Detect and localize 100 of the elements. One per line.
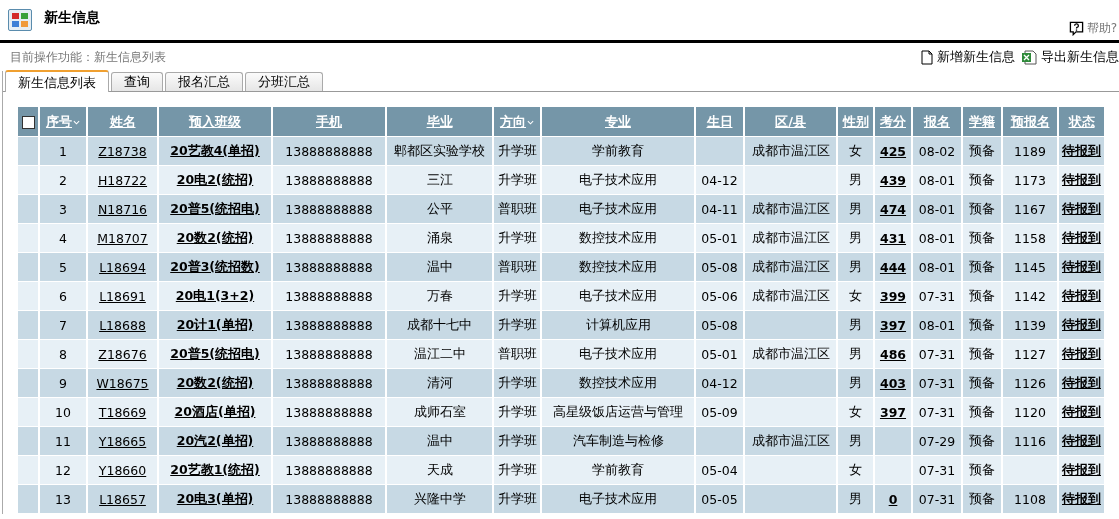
table-cell: 清河 — [426, 374, 453, 390]
table-cell: 男 — [849, 229, 862, 245]
table-cell: 预备 — [969, 229, 995, 245]
table-cell: 1 — [59, 143, 67, 159]
table-cell: 兴隆中学 — [413, 490, 466, 506]
table-cell: 13888888888 — [285, 201, 373, 217]
table-cell: 13888888888 — [285, 491, 373, 507]
table-cell: 预备 — [969, 200, 995, 216]
table-cell: 男 — [849, 490, 862, 506]
table-cell: 温江二中 — [413, 345, 466, 361]
table-cell: 预备 — [969, 461, 995, 477]
table-cell: 07-31 — [918, 288, 956, 304]
table-cell: 05-08 — [701, 317, 738, 333]
table-cell: 07-31 — [918, 462, 956, 478]
table-cell: 10 — [55, 404, 71, 420]
table-cell: 07-31 — [918, 346, 956, 362]
page-title: 新生信息 — [44, 9, 100, 27]
table-cell: 05-05 — [701, 491, 738, 507]
table-cell: 13888888888 — [285, 172, 373, 188]
sort-icon[interactable] — [73, 119, 80, 125]
table-cell: 6 — [59, 288, 67, 304]
table-cell: 成都市温江区 — [751, 287, 830, 303]
table-cell: 电子技术应用 — [579, 200, 657, 216]
table-cell: 成都市温江区 — [751, 142, 830, 158]
table-cell: 05-09 — [701, 404, 738, 420]
table-cell: 1158 — [1014, 230, 1046, 246]
table-cell: 13888888888 — [285, 259, 373, 275]
table-cell: 升学班 — [497, 403, 537, 419]
table-cell: 08-01 — [918, 230, 956, 246]
table-cell: 普职班 — [497, 258, 537, 274]
table-cell: 08-02 — [918, 143, 956, 159]
table-cell: 学前教育 — [592, 461, 644, 477]
sort-icon[interactable] — [527, 119, 534, 125]
table-cell: 预备 — [969, 403, 995, 419]
table-cell: 升学班 — [497, 461, 537, 477]
table-cell: 数控技术应用 — [579, 258, 657, 274]
table-cell: 9 — [59, 375, 67, 391]
table-cell: 5 — [59, 259, 67, 275]
table-cell: 预备 — [969, 171, 995, 187]
table-cell: 预备 — [969, 374, 995, 390]
table-cell: 13888888888 — [285, 317, 373, 333]
table-cell: 男 — [849, 345, 862, 361]
table-cell: 12 — [55, 462, 71, 478]
table-cell: 13888888888 — [285, 433, 373, 449]
table-cell: 07-29 — [918, 433, 956, 449]
table-cell: 13888888888 — [285, 143, 373, 159]
tab[interactable]: 查询 — [111, 72, 163, 91]
select-all-checkbox[interactable] — [21, 116, 35, 129]
table-cell: 07-31 — [918, 404, 956, 420]
table-cell: 女 — [849, 287, 862, 303]
table-cell: 08-01 — [918, 259, 956, 275]
table-cell: 电子技术应用 — [579, 490, 657, 506]
table-cell: 电子技术应用 — [579, 287, 657, 303]
help-icon[interactable] — [1068, 20, 1084, 36]
table-cell: 13888888888 — [285, 375, 373, 391]
table-cell: 成都市温江区 — [751, 229, 830, 245]
breadcrumb: 目前操作功能：新生信息列表 — [10, 48, 166, 66]
spreadsheet-icon — [1021, 49, 1037, 65]
table-cell: 2 — [59, 172, 67, 188]
table-cell: 普职班 — [497, 200, 537, 216]
app-grid-icon — [8, 9, 32, 31]
table-cell: 计算机应用 — [585, 316, 651, 332]
table-cell: 1126 — [1014, 375, 1046, 391]
table-cell: 高星级饭店运营与管理 — [553, 403, 683, 419]
table-cell: 预备 — [969, 287, 995, 303]
table-cell: 成师石室 — [413, 403, 466, 419]
table-cell: 汽车制造与检修 — [572, 432, 664, 448]
table-cell: 08-01 — [918, 172, 956, 188]
table-cell: 预备 — [969, 316, 995, 332]
table-cell: 男 — [849, 374, 862, 390]
tab[interactable]: 新生信息列表 — [5, 70, 109, 92]
table-cell: 三江 — [426, 171, 453, 187]
add-link[interactable]: 新增新生信息 — [921, 48, 1015, 66]
table-cell: 成都市温江区 — [751, 258, 830, 274]
tab[interactable]: 分班汇总 — [245, 72, 323, 91]
table-cell: 升学班 — [497, 432, 537, 448]
table-cell: 7 — [59, 317, 67, 333]
table-cell: 成都市温江区 — [751, 432, 830, 448]
table-cell: 1120 — [1014, 404, 1046, 420]
table-cell: 男 — [849, 316, 862, 332]
tab[interactable]: 报名汇总 — [165, 72, 243, 91]
table-link[interactable]: 0 — [888, 491, 898, 507]
table-cell: 预备 — [969, 142, 995, 158]
table-cell: 数控技术应用 — [579, 229, 657, 245]
table-cell: 天成 — [426, 461, 453, 477]
table-cell: 升学班 — [497, 316, 537, 332]
table-cell: 升学班 — [497, 229, 537, 245]
help-link[interactable]: 帮助? — [1086, 19, 1117, 37]
table-cell: 升学班 — [497, 171, 537, 187]
table-cell: 公平 — [426, 200, 453, 216]
table-cell: 3 — [59, 201, 67, 217]
table-cell: 1139 — [1014, 317, 1046, 333]
table-cell: 13 — [55, 491, 71, 507]
table-cell: 男 — [849, 258, 862, 274]
table-cell: 11 — [55, 433, 71, 449]
table-cell: 13888888888 — [285, 462, 373, 478]
table-cell: 1167 — [1014, 201, 1046, 217]
table-cell: 13888888888 — [285, 404, 373, 420]
export-link[interactable]: 导出新生信息 — [1021, 48, 1119, 66]
table-cell: 13888888888 — [285, 346, 373, 362]
